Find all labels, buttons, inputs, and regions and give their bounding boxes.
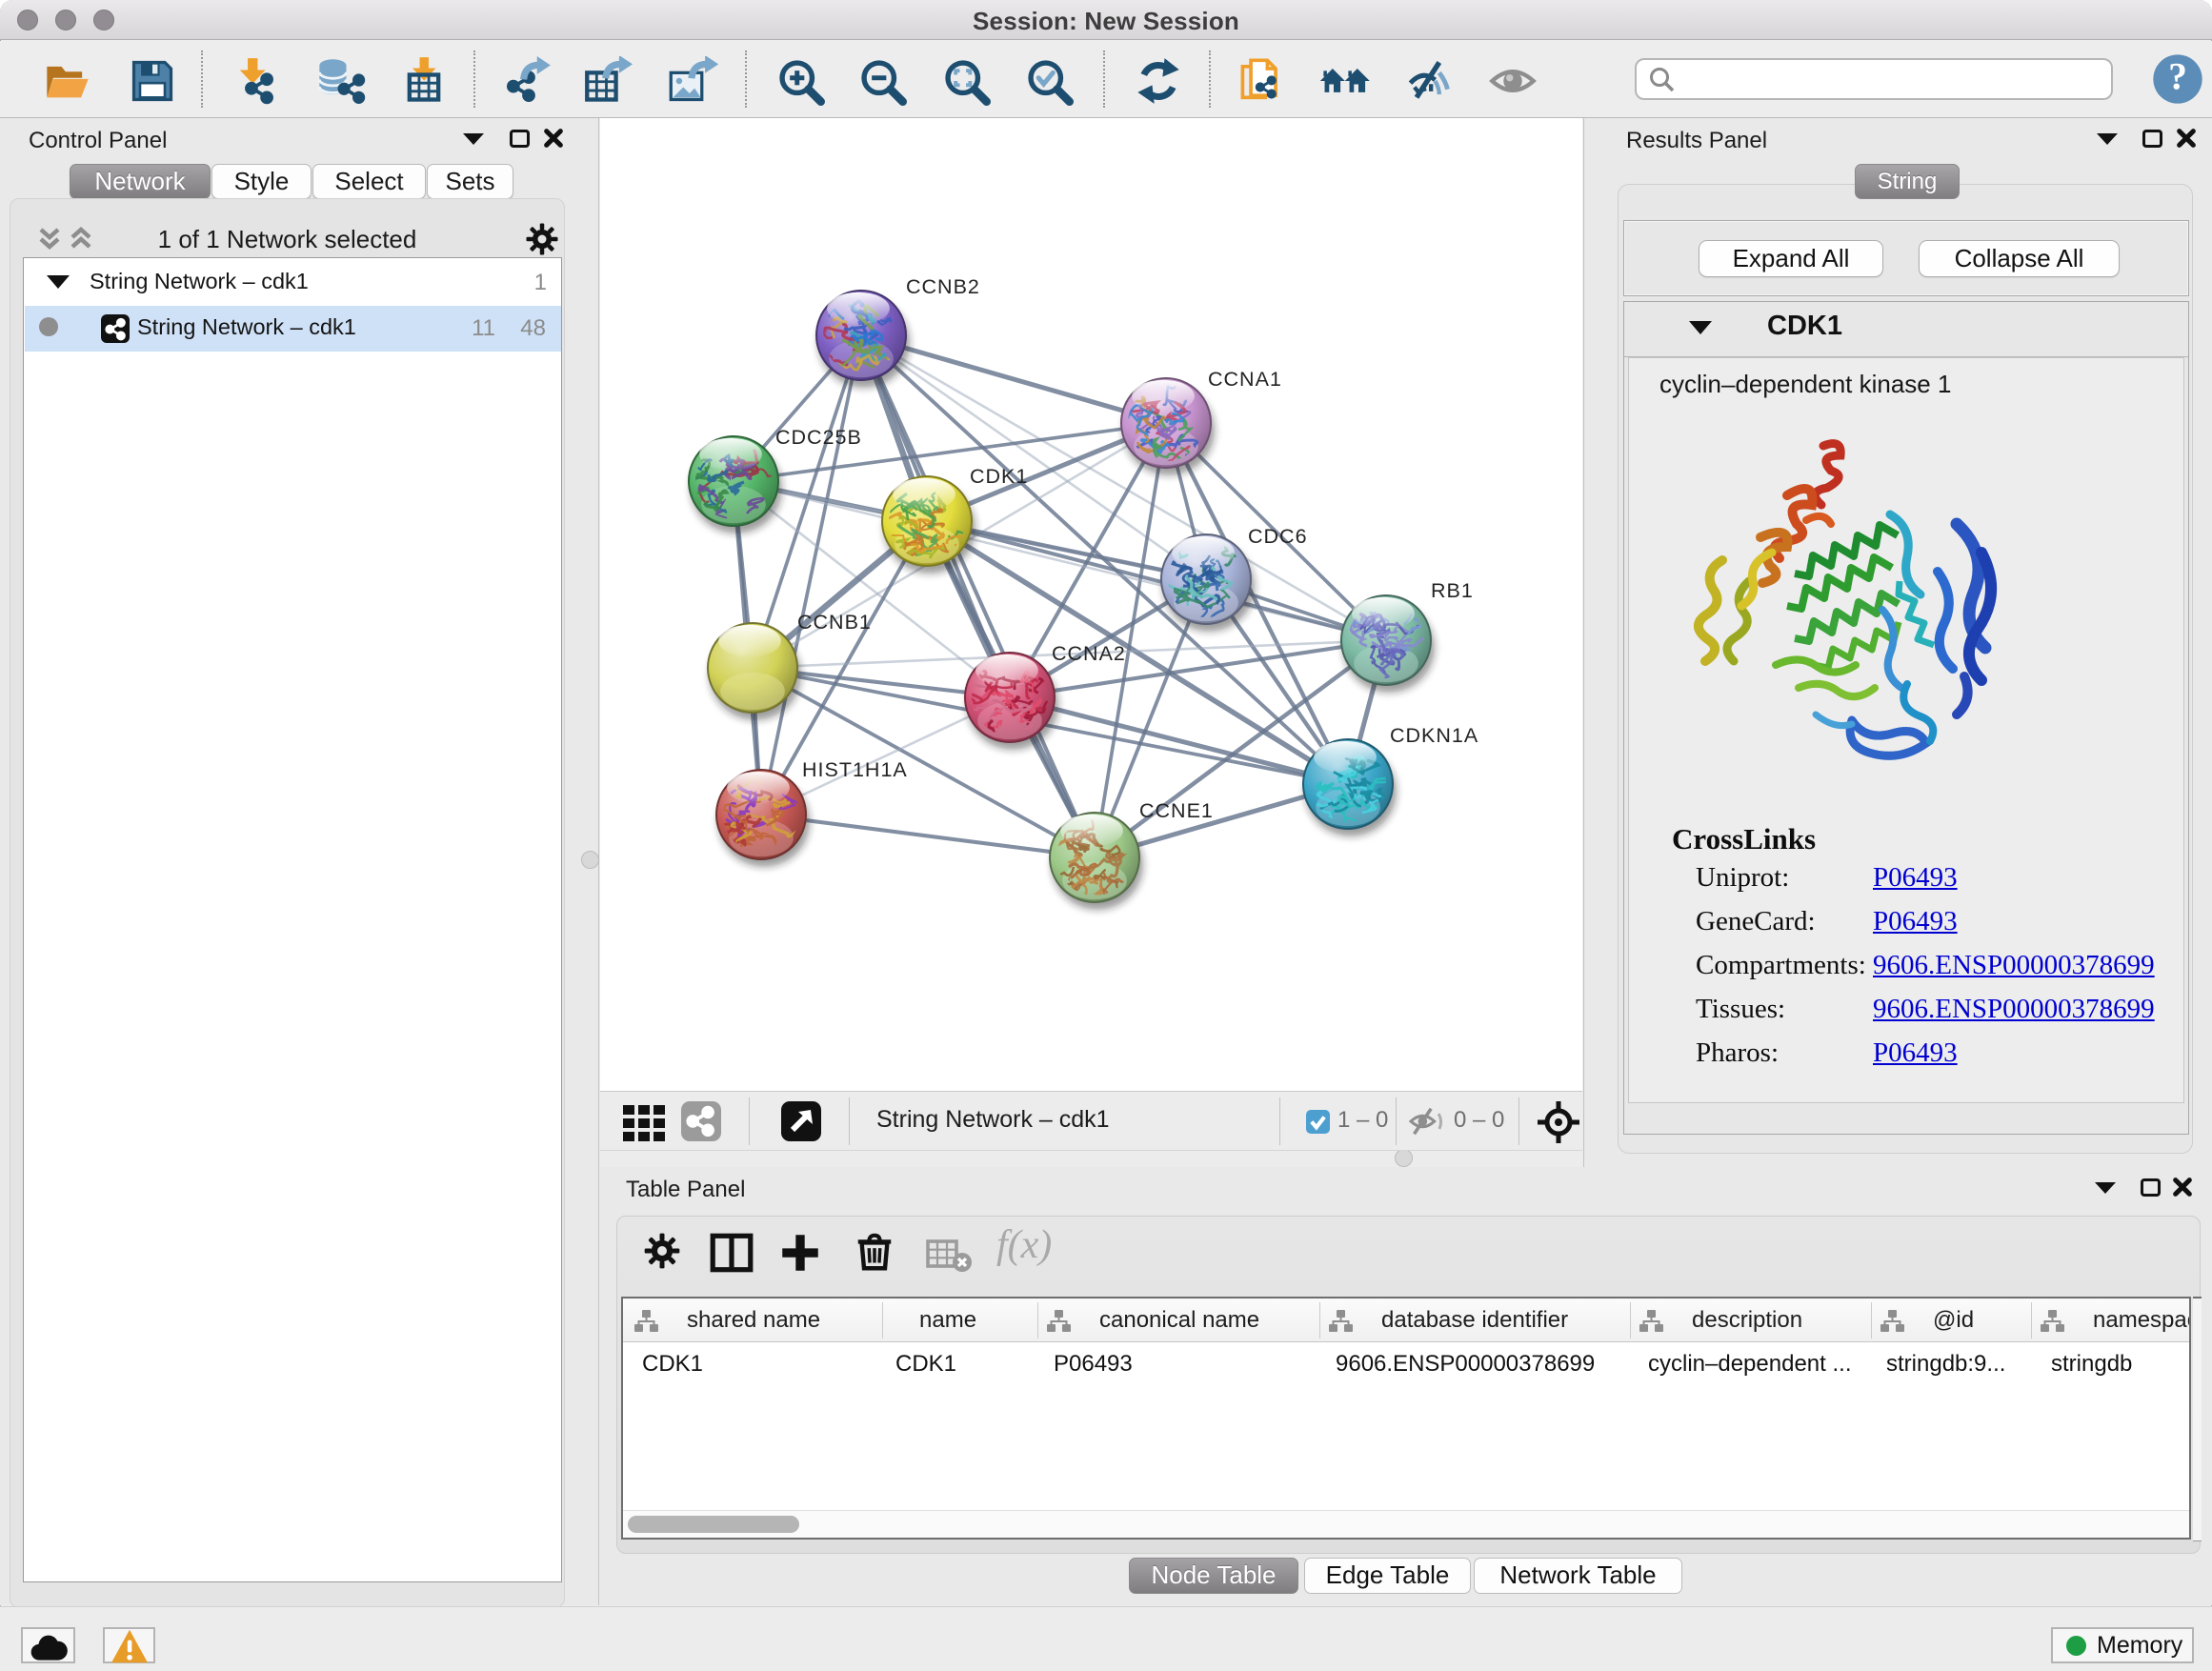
svg-text:CDKN1A: CDKN1A xyxy=(1390,724,1478,747)
svg-text:CCNB2: CCNB2 xyxy=(906,275,980,298)
svg-text:CCNA1: CCNA1 xyxy=(1208,368,1282,391)
svg-text:CDK1: CDK1 xyxy=(970,465,1028,488)
svg-text:CCNB1: CCNB1 xyxy=(797,611,872,634)
svg-text:HIST1H1A: HIST1H1A xyxy=(802,758,908,781)
svg-text:CDC6: CDC6 xyxy=(1248,525,1308,548)
svg-text:?: ? xyxy=(2168,56,2187,98)
svg-text:RB1: RB1 xyxy=(1431,579,1474,602)
svg-text:CDC25B: CDC25B xyxy=(775,426,862,449)
svg-text:CCNE1: CCNE1 xyxy=(1139,799,1214,822)
svg-text:CCNA2: CCNA2 xyxy=(1052,642,1126,665)
